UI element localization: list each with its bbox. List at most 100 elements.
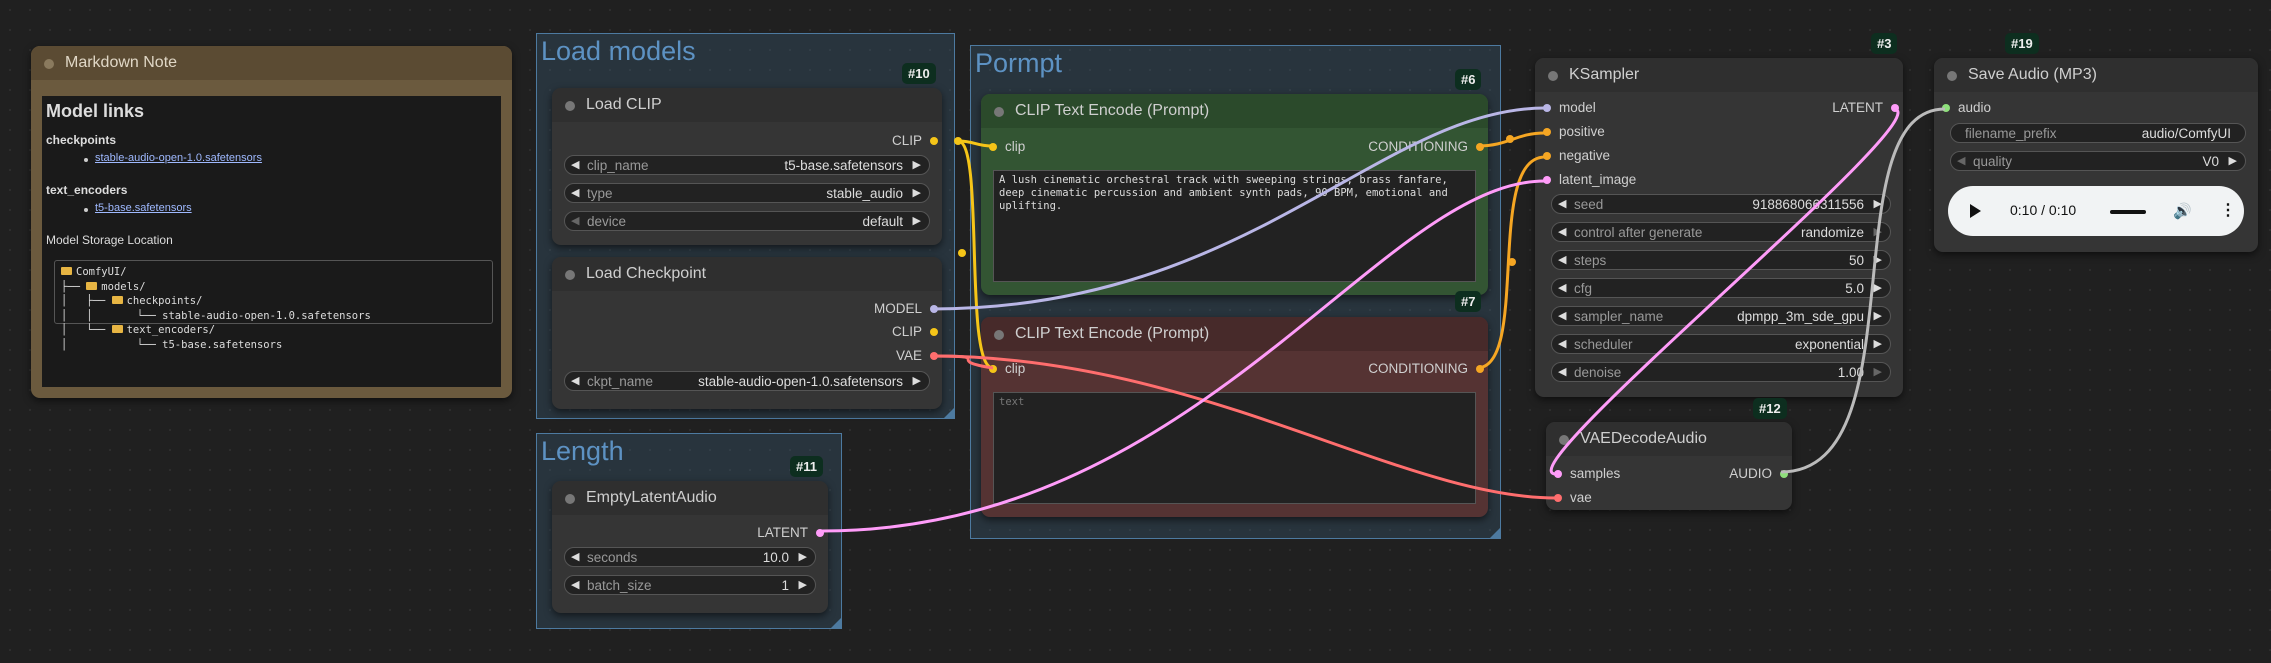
checkpoint-link[interactable]: stable-audio-open-1.0.safetensors [95,152,262,164]
decrement-arrow-icon[interactable]: ◀ [571,158,579,172]
decrement-arrow-icon[interactable]: ◀ [571,374,579,388]
slot-dot[interactable] [930,352,938,360]
output-vae[interactable]: VAE [896,348,938,364]
input-audio[interactable]: audio [1942,100,1991,116]
increment-arrow-icon[interactable]: ▶ [1874,365,1882,379]
markdown-content[interactable]: Model links checkpoints stable-audio-ope… [41,95,502,388]
ksampler-node[interactable]: KSampler model positive negative latent_… [1535,58,1903,397]
slot-dot[interactable] [1554,470,1562,478]
increment-arrow-icon[interactable]: ▶ [1874,309,1882,323]
filename-prefix-widget[interactable]: filename_prefix audio/ComfyUI [1950,123,2246,143]
collapse-dot[interactable] [565,494,575,504]
slot-dot[interactable] [1543,128,1551,136]
slot-dot[interactable] [1476,365,1484,373]
empty-latent-audio-node[interactable]: EmptyLatentAudio LATENT ◀ seconds 10.0 ▶… [552,481,828,613]
denoise-widget[interactable]: ◀ denoise 1.00 ▶ [1551,362,1891,382]
slot-dot[interactable] [989,365,997,373]
decrement-arrow-icon[interactable]: ◀ [1558,337,1566,351]
batch-size-widget[interactable]: ◀ batch_size 1 ▶ [564,575,816,595]
more-options-icon[interactable]: ⋮ [2220,200,2236,220]
load-checkpoint-node[interactable]: Load Checkpoint MODEL CLIP VAE ◀ ckpt_na… [552,257,942,409]
slot-dot[interactable] [1554,494,1562,502]
output-conditioning[interactable]: CONDITIONING [1368,139,1484,155]
input-samples[interactable]: samples [1554,466,1620,482]
clip-name-widget[interactable]: ◀ clip_name t5-base.safetensors ▶ [564,155,930,175]
decrement-arrow-icon[interactable]: ◀ [1558,197,1566,211]
decrement-arrow-icon[interactable]: ◀ [1558,253,1566,267]
output-audio[interactable]: AUDIO [1729,466,1788,482]
collapse-dot[interactable] [44,59,54,69]
scheduler-widget[interactable]: ◀ scheduler exponential ▶ [1551,334,1891,354]
clip-text-encode-positive-node[interactable]: CLIP Text Encode (Prompt) clip CONDITION… [981,94,1488,295]
decrement-arrow-icon[interactable]: ◀ [1957,154,1965,168]
slot-dot[interactable] [930,305,938,313]
input-vae[interactable]: vae [1554,490,1592,506]
output-latent[interactable]: LATENT [1832,100,1899,116]
decrement-arrow-icon[interactable]: ◀ [571,550,579,564]
decrement-arrow-icon[interactable]: ◀ [1558,225,1566,239]
collapse-dot[interactable] [1548,71,1558,81]
increment-arrow-icon[interactable]: ▶ [913,186,921,200]
increment-arrow-icon[interactable]: ▶ [913,374,921,388]
decrement-arrow-icon[interactable]: ◀ [571,186,579,200]
seed-widget[interactable]: ◀ seed 918868066311556 ▶ [1551,194,1891,214]
increment-arrow-icon[interactable]: ▶ [913,214,921,228]
slot-dot[interactable] [1543,176,1551,184]
collapse-dot[interactable] [994,107,1004,117]
increment-arrow-icon[interactable]: ▶ [1874,253,1882,267]
markdown-note-node[interactable]: Markdown Note Model links checkpoints st… [31,46,512,398]
load-clip-node[interactable]: Load CLIP CLIP ◀ clip_name t5-base.safet… [552,88,942,245]
save-audio-node[interactable]: Save Audio (MP3) audio filename_prefix a… [1934,58,2258,252]
audio-player[interactable]: 0:10 / 0:10 🔊 ⋮ [1948,186,2244,236]
collapse-dot[interactable] [994,330,1004,340]
output-conditioning[interactable]: CONDITIONING [1368,361,1484,377]
decrement-arrow-icon[interactable]: ◀ [1558,309,1566,323]
slot-dot[interactable] [930,137,938,145]
output-clip[interactable]: CLIP [892,324,938,340]
slot-dot[interactable] [930,328,938,336]
decrement-arrow-icon[interactable]: ◀ [1558,281,1566,295]
sampler-name-widget[interactable]: ◀ sampler_name dpmpp_3m_sde_gpu ▶ [1551,306,1891,326]
clip-text-encode-negative-node[interactable]: CLIP Text Encode (Prompt) clip CONDITION… [981,317,1488,517]
text-encoder-link[interactable]: t5-base.safetensors [95,202,192,214]
decrement-arrow-icon[interactable]: ◀ [1558,365,1566,379]
collapse-dot[interactable] [565,270,575,280]
increment-arrow-icon[interactable]: ▶ [1874,197,1882,211]
play-icon[interactable] [1970,204,1981,218]
negative-prompt-textarea[interactable]: text [993,392,1476,504]
seconds-widget[interactable]: ◀ seconds 10.0 ▶ [564,547,816,567]
group-resize-handle[interactable] [1490,528,1500,538]
decrement-arrow-icon[interactable]: ◀ [571,214,579,228]
control-after-generate-widget[interactable]: ◀ control after generate randomize ▶ [1551,222,1891,242]
input-clip[interactable]: clip [989,139,1025,155]
increment-arrow-icon[interactable]: ▶ [2229,154,2237,168]
input-latent-image[interactable]: latent_image [1543,172,1636,188]
input-negative[interactable]: negative [1543,148,1610,164]
group-resize-handle[interactable] [944,408,954,418]
input-clip[interactable]: clip [989,361,1025,377]
group-resize-handle[interactable] [831,618,841,628]
increment-arrow-icon[interactable]: ▶ [799,578,807,592]
slot-dot[interactable] [1942,104,1950,112]
collapse-dot[interactable] [565,101,575,111]
vae-decode-audio-node[interactable]: VAEDecodeAudio samples vae AUDIO [1546,422,1792,510]
slot-dot[interactable] [1543,104,1551,112]
slot-dot[interactable] [1476,143,1484,151]
type-widget[interactable]: ◀ type stable_audio ▶ [564,183,930,203]
increment-arrow-icon[interactable]: ▶ [799,550,807,564]
input-model[interactable]: model [1543,100,1596,116]
slot-dot[interactable] [816,529,824,537]
steps-widget[interactable]: ◀ steps 50 ▶ [1551,250,1891,270]
slot-dot[interactable] [1543,152,1551,160]
slot-dot[interactable] [989,143,997,151]
prompt-textarea[interactable]: A lush cinematic orchestral track with s… [993,170,1476,282]
cfg-widget[interactable]: ◀ cfg 5.0 ▶ [1551,278,1891,298]
increment-arrow-icon[interactable]: ▶ [913,158,921,172]
increment-arrow-icon[interactable]: ▶ [1874,225,1882,239]
output-clip[interactable]: CLIP [892,133,938,149]
device-widget[interactable]: ◀ device default ▶ [564,211,930,231]
collapse-dot[interactable] [1947,71,1957,81]
quality-widget[interactable]: ◀ quality V0 ▶ [1950,151,2246,171]
increment-arrow-icon[interactable]: ▶ [1874,337,1882,351]
slot-dot[interactable] [1780,470,1788,478]
